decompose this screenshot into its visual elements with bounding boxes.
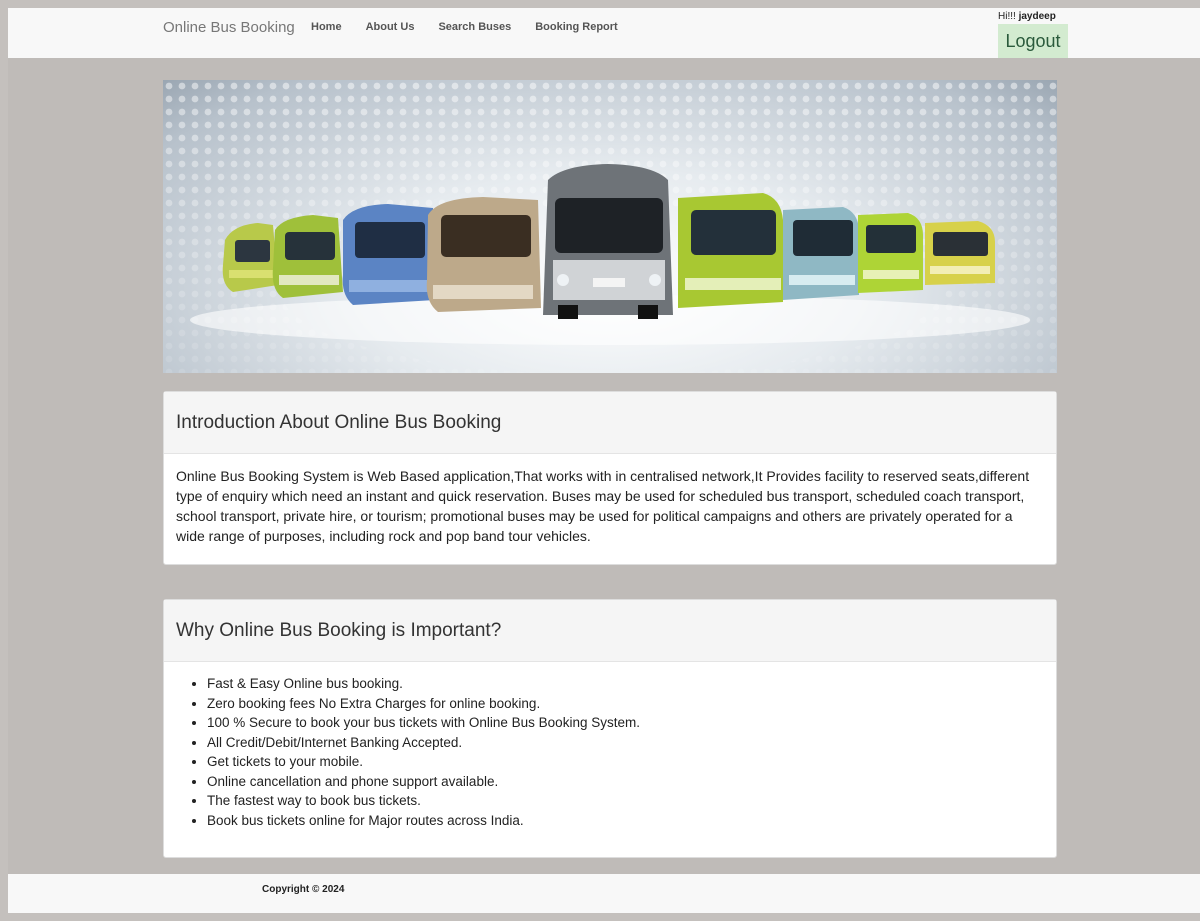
list-item: The fastest way to book bus tickets. bbox=[207, 791, 1044, 811]
greeting-prefix: Hi!!! bbox=[998, 11, 1016, 22]
list-item: All Credit/Debit/Internet Banking Accept… bbox=[207, 733, 1044, 753]
why-panel: Why Online Bus Booking is Important? Fas… bbox=[163, 599, 1057, 858]
footer: Copyright © 2024 bbox=[8, 874, 1200, 913]
bus-left-4 bbox=[426, 197, 541, 312]
bus-left-1 bbox=[222, 223, 278, 292]
username: jaydeep bbox=[1018, 11, 1056, 22]
bus-center bbox=[543, 164, 673, 319]
copyright-text: Copyright © 2024 bbox=[262, 884, 345, 895]
hero-bus-image bbox=[163, 80, 1057, 373]
bus-left-2 bbox=[272, 215, 343, 298]
bus-right-1 bbox=[678, 193, 783, 308]
nav-booking-report[interactable]: Booking Report bbox=[535, 21, 618, 33]
logout-button[interactable]: Logout bbox=[998, 24, 1068, 58]
list-item: Zero booking fees No Extra Charges for o… bbox=[207, 694, 1044, 714]
nav-search-buses[interactable]: Search Buses bbox=[438, 21, 511, 33]
list-item: Get tickets to your mobile. bbox=[207, 752, 1044, 772]
list-item: Book bus tickets online for Major routes… bbox=[207, 811, 1044, 831]
bus-left-3 bbox=[342, 204, 435, 305]
list-item: 100 % Secure to book your bus tickets wi… bbox=[207, 713, 1044, 733]
nav-home[interactable]: Home bbox=[311, 21, 342, 33]
nav-about-us[interactable]: About Us bbox=[366, 21, 415, 33]
benefits-list: Fast & Easy Online bus booking. Zero boo… bbox=[176, 674, 1044, 830]
navbar: Online Bus Booking Home About Us Search … bbox=[8, 8, 1200, 58]
intro-heading: Introduction About Online Bus Booking bbox=[164, 392, 1056, 454]
list-item: Fast & Easy Online bus booking. bbox=[207, 674, 1044, 694]
bus-right-4 bbox=[925, 221, 995, 285]
intro-panel: Introduction About Online Bus Booking On… bbox=[163, 391, 1057, 565]
page-frame: Online Bus Booking Home About Us Search … bbox=[8, 8, 1200, 913]
bus-fleet-illustration bbox=[163, 80, 1057, 373]
brand-link[interactable]: Online Bus Booking bbox=[163, 19, 295, 36]
intro-body: Online Bus Booking System is Web Based a… bbox=[176, 468, 1030, 544]
bus-right-3 bbox=[858, 213, 923, 293]
bus-right-2 bbox=[783, 207, 859, 300]
list-item: Online cancellation and phone support av… bbox=[207, 772, 1044, 792]
user-greeting: Hi!!! jaydeep bbox=[998, 11, 1056, 22]
nav-links: Home About Us Search Buses Booking Repor… bbox=[311, 21, 642, 33]
why-body: Fast & Easy Online bus booking. Zero boo… bbox=[164, 662, 1056, 840]
why-heading: Why Online Bus Booking is Important? bbox=[164, 600, 1056, 662]
